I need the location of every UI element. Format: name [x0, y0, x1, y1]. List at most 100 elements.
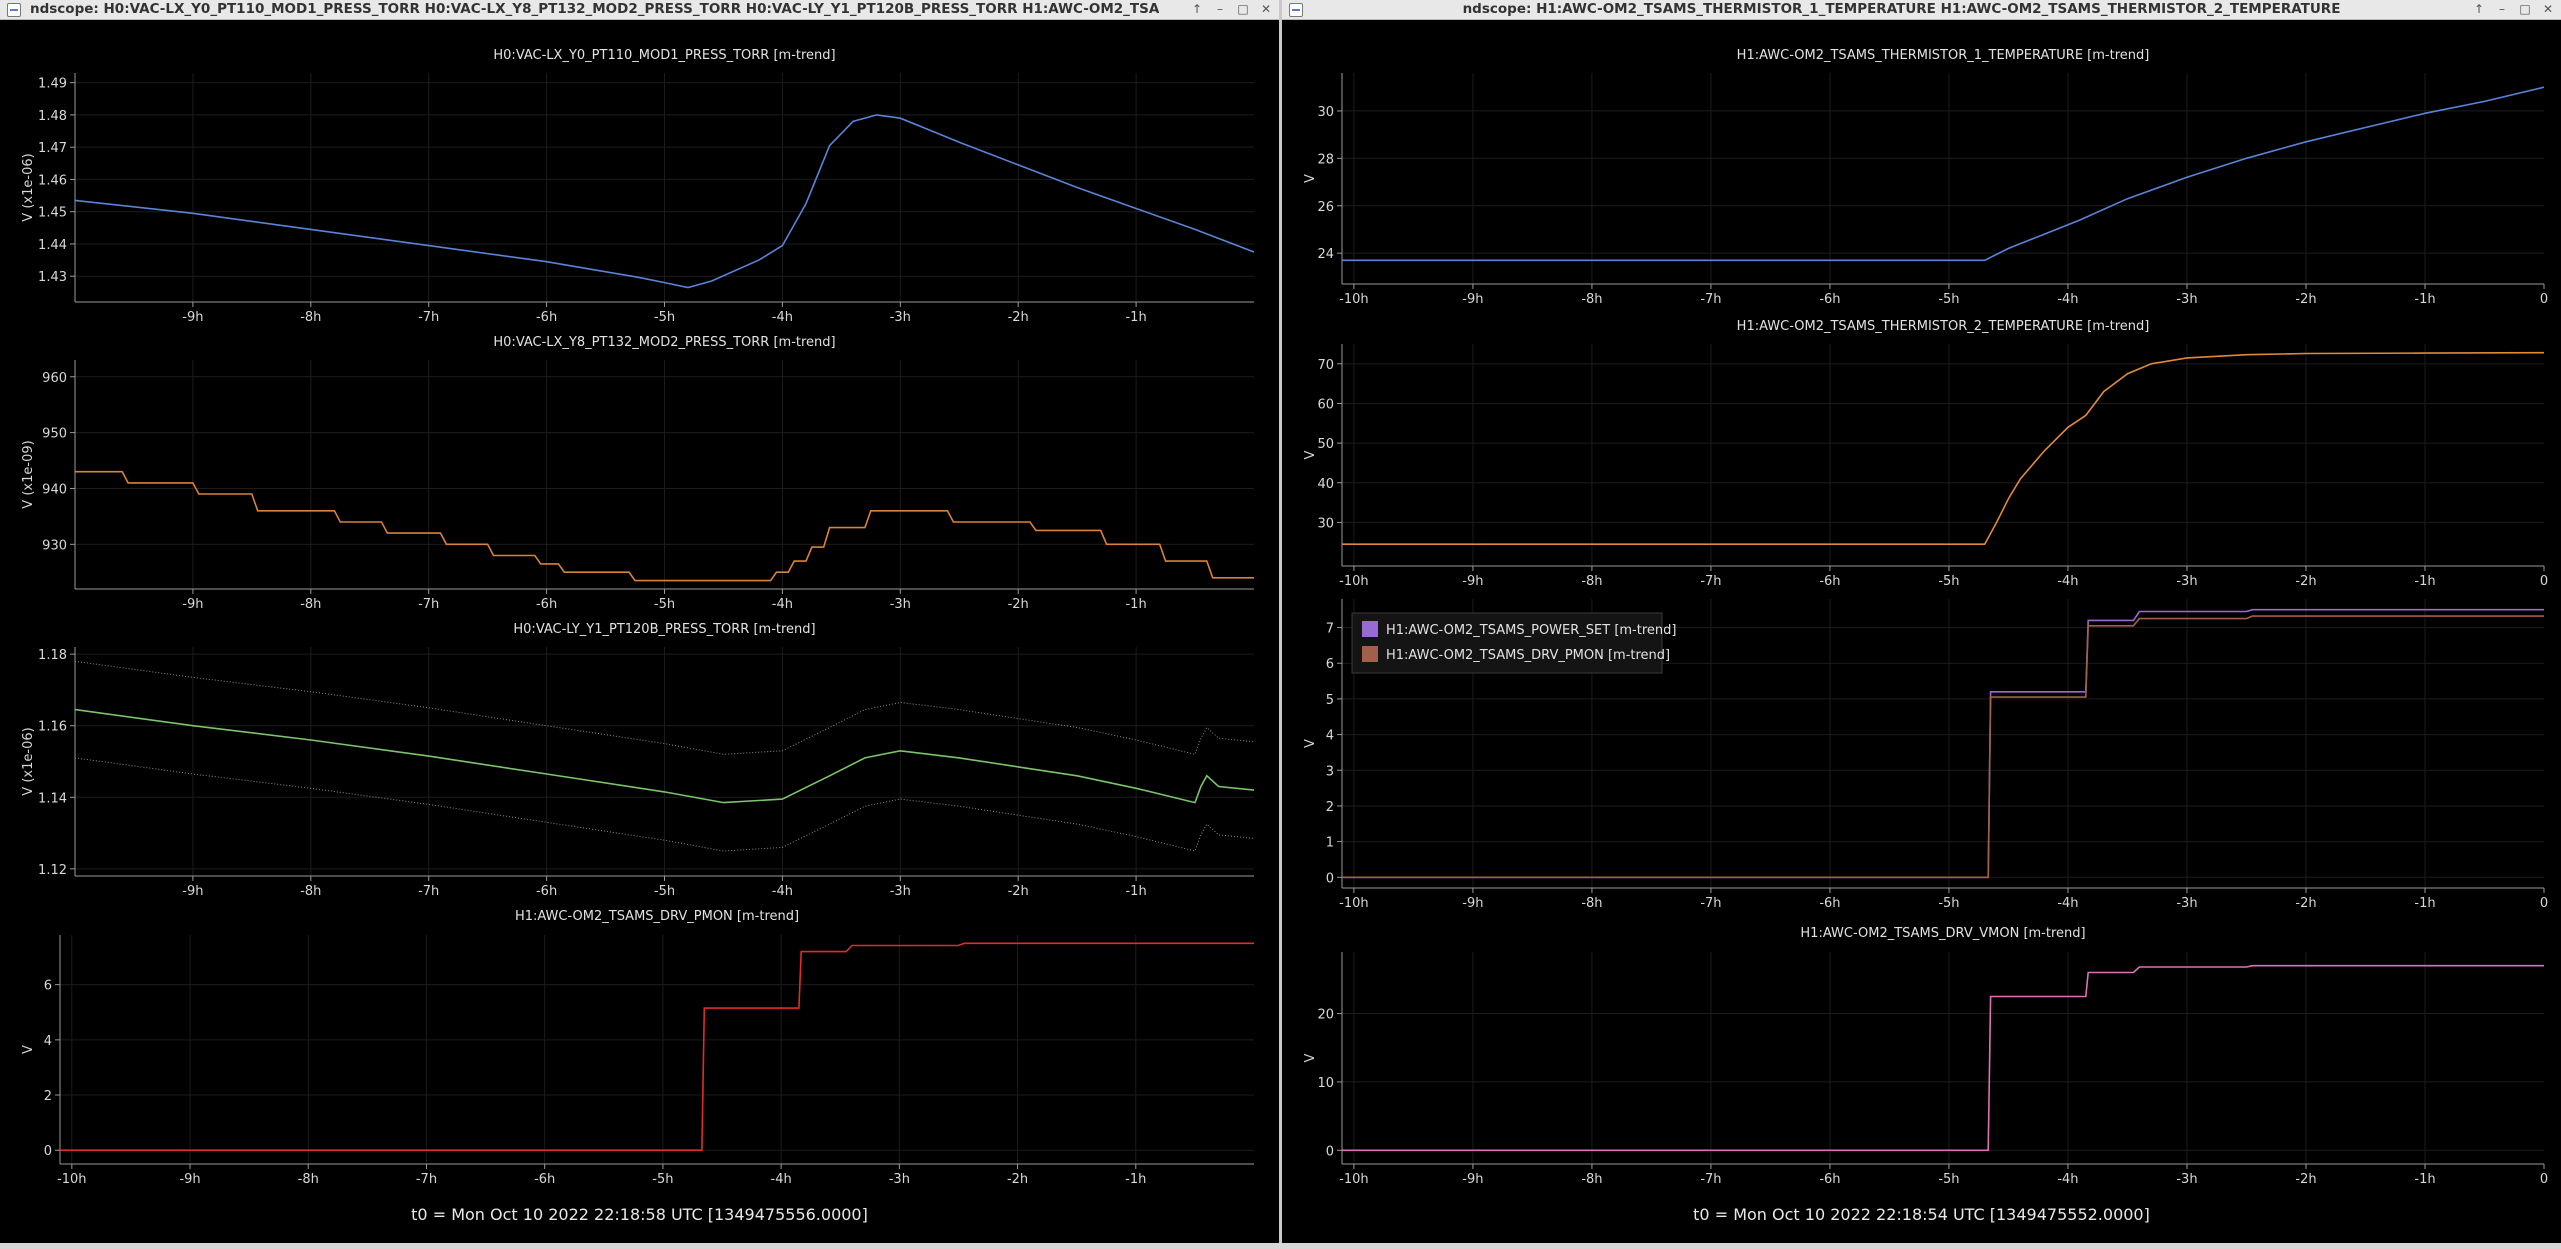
legend-entry: H1:AWC-OM2_TSAMS_DRV_PMON [m-trend]: [1386, 648, 1670, 663]
plot-2[interactable]: -9h -8h -7h -6h -5h -4h -3h -2h -1h 930 940 950 960 V…: [21, 335, 1254, 612]
x-tick-label: -10h: [1339, 292, 1368, 307]
x-tick-label: -5h: [652, 1172, 673, 1187]
x-tick-label: -9h: [182, 884, 203, 899]
legend-box: [1351, 612, 1663, 674]
plot-title: H1:AWC-OM2_TSAMS_DRV_PMON [m-trend]: [515, 909, 799, 924]
y-tick-label: 0: [1326, 1144, 1334, 1159]
x-tick-label: 0: [2540, 292, 2548, 307]
x-tick-label: -8h: [1581, 292, 1602, 307]
x-tick-label: -2h: [1008, 597, 1029, 612]
x-tick-label: -1h: [2414, 896, 2435, 911]
plot-7[interactable]: -10h -9h -8h -7h -6h -5h -4h -3h -2h -1h 0 0 1 2 3 4 5 6 7…: [1303, 599, 2548, 911]
x-tick-label: -5h: [1938, 896, 1959, 911]
x-tick-label: -4h: [772, 310, 793, 325]
y-tick-label: 940: [42, 482, 67, 497]
x-tick-label: 0: [2540, 896, 2548, 911]
right-window-titlebar[interactable]: ndscope: H1:AWC-OM2_TSAMS_THERMISTOR_1_T…: [1282, 0, 2561, 20]
x-tick-label: -3h: [890, 597, 911, 612]
y-tick-label: 6: [44, 979, 52, 994]
y-tick-label: 1.45: [38, 206, 67, 221]
y-tick-label: 1.46: [38, 173, 67, 188]
x-tick-label: -1h: [2414, 292, 2435, 307]
y-tick-label: 1.12: [38, 863, 67, 878]
x-tick-label: -4h: [2057, 292, 2078, 307]
left-ndscope-window: ndscope: H0:VAC-LX_Y0_PT110_MOD1_PRESS_T…: [0, 0, 1279, 1243]
y-tick-label: 40: [1317, 477, 1334, 492]
taskbar-strip: [0, 1243, 2561, 1249]
left-window-title: ndscope: H0:VAC-LX_Y0_PT110_MOD1_PRESS_T…: [30, 2, 1159, 17]
x-tick-label: -7h: [418, 884, 439, 899]
series-line-1: [1342, 964, 2544, 1152]
x-tick-label: -2h: [1007, 1172, 1028, 1187]
left-plot-area[interactable]: -9h -8h -7h -6h -5h -4h -3h -2h -1h 1.43 1.44 1.45 1…: [0, 19, 1279, 1203]
maximize-icon[interactable]: □: [1235, 1, 1251, 17]
plot-6[interactable]: -10h -9h -8h -7h -6h -5h -4h -3h -2h -1h 0 30 40 50 60…: [1303, 319, 2548, 589]
x-tick-label: -4h: [2057, 1172, 2078, 1187]
y-tick-label: 2: [44, 1089, 52, 1104]
y-axis-label: V: [1303, 174, 1318, 183]
y-tick-label: 70: [1317, 358, 1334, 373]
y-tick-label: 50: [1317, 437, 1334, 452]
y-tick-label: 3: [1326, 764, 1334, 779]
legend[interactable]: H1:AWC-OM2_TSAMS_POWER_SET [m-trend] H1:A…: [1351, 612, 1676, 674]
keep-above-icon[interactable]: ↑: [2471, 1, 2487, 17]
y-tick-label: 950: [42, 427, 67, 442]
y-tick-label: 30: [1317, 516, 1334, 531]
plot-3[interactable]: -9h -8h -7h -6h -5h -4h -3h -2h -1h 1.12 1.14 1.16 1…: [21, 622, 1254, 899]
x-tick-label: -5h: [1938, 1172, 1959, 1187]
x-tick-label: -3h: [2176, 1172, 2197, 1187]
x-tick-label: -8h: [1581, 574, 1602, 589]
x-tick-label: -1h: [1125, 597, 1146, 612]
x-tick-label: -8h: [1581, 1172, 1602, 1187]
x-tick-label: -2h: [1008, 884, 1029, 899]
x-tick-label: 0: [2540, 574, 2548, 589]
x-tick-label: -6h: [536, 597, 557, 612]
keep-above-icon[interactable]: ↑: [1189, 1, 1205, 17]
plot-8[interactable]: -10h -9h -8h -7h -6h -5h -4h -3h -2h -1h 0 0 10 20 V H1…: [1303, 926, 2548, 1187]
y-tick-label: 0: [1326, 871, 1334, 886]
ndscope-app-icon: [1289, 3, 1303, 17]
y-tick-label: 1.48: [38, 109, 67, 124]
plot-title: H1:AWC-OM2_TSAMS_THERMISTOR_1_TEMPERATUR…: [1737, 48, 2150, 63]
y-axis-label: V (x1e-09): [21, 440, 36, 508]
minimize-icon[interactable]: –: [2494, 1, 2510, 17]
plot-5[interactable]: -10h -9h -8h -7h -6h -5h -4h -3h -2h -1h 0 24 26 28 30…: [1303, 48, 2548, 307]
x-tick-label: -1h: [2414, 1172, 2435, 1187]
y-tick-label: 1.44: [38, 238, 67, 253]
minimize-icon[interactable]: –: [1212, 1, 1228, 17]
plot-1[interactable]: -9h -8h -7h -6h -5h -4h -3h -2h -1h 1.43 1.44 1.45 1…: [21, 48, 1254, 325]
x-tick-label: -7h: [1700, 292, 1721, 307]
right-plot-area[interactable]: -10h -9h -8h -7h -6h -5h -4h -3h -2h -1h 024262830…: [1282, 19, 2561, 1203]
y-tick-label: 4: [1326, 729, 1334, 744]
x-tick-label: -3h: [890, 310, 911, 325]
left-window-titlebar[interactable]: ndscope: H0:VAC-LX_Y0_PT110_MOD1_PRESS_T…: [0, 0, 1279, 20]
x-tick-label: -2h: [2295, 896, 2316, 911]
legend-swatch: [1362, 621, 1378, 637]
x-tick-label: -10h: [57, 1172, 86, 1187]
x-tick-label: -9h: [182, 310, 203, 325]
plot-title: H0:VAC-LY_Y1_PT120B_PRESS_TORR [m-trend]: [513, 622, 815, 637]
x-tick-label: -8h: [300, 597, 321, 612]
x-tick-label: -4h: [772, 884, 793, 899]
maximize-icon[interactable]: □: [2517, 1, 2533, 17]
y-tick-label: 0: [44, 1144, 52, 1159]
x-tick-label: -5h: [654, 884, 675, 899]
x-tick-label: -6h: [536, 884, 557, 899]
x-tick-label: -7h: [418, 310, 439, 325]
y-tick-label: 5: [1326, 693, 1334, 708]
x-tick-label: -9h: [179, 1172, 200, 1187]
x-tick-label: -2h: [2295, 1172, 2316, 1187]
y-tick-label: 1: [1326, 836, 1334, 851]
y-tick-label: 960: [42, 371, 67, 386]
x-tick-label: -6h: [1819, 896, 1840, 911]
plot-4[interactable]: -10h -9h -8h -7h -6h -5h -4h -3h -2h -1h 0 2 4 6 V H1:A…: [21, 909, 1254, 1187]
x-tick-label: -1h: [1125, 1172, 1146, 1187]
legend-entry: H1:AWC-OM2_TSAMS_POWER_SET [m-trend]: [1386, 623, 1676, 638]
y-tick-label: 2: [1326, 800, 1334, 815]
x-tick-label: -3h: [889, 1172, 910, 1187]
close-icon[interactable]: ✕: [1258, 1, 1274, 17]
x-tick-label: -6h: [1819, 292, 1840, 307]
close-icon[interactable]: ✕: [2540, 1, 2556, 17]
y-tick-label: 1.47: [38, 141, 67, 156]
ndscope-app-icon: [7, 3, 21, 17]
